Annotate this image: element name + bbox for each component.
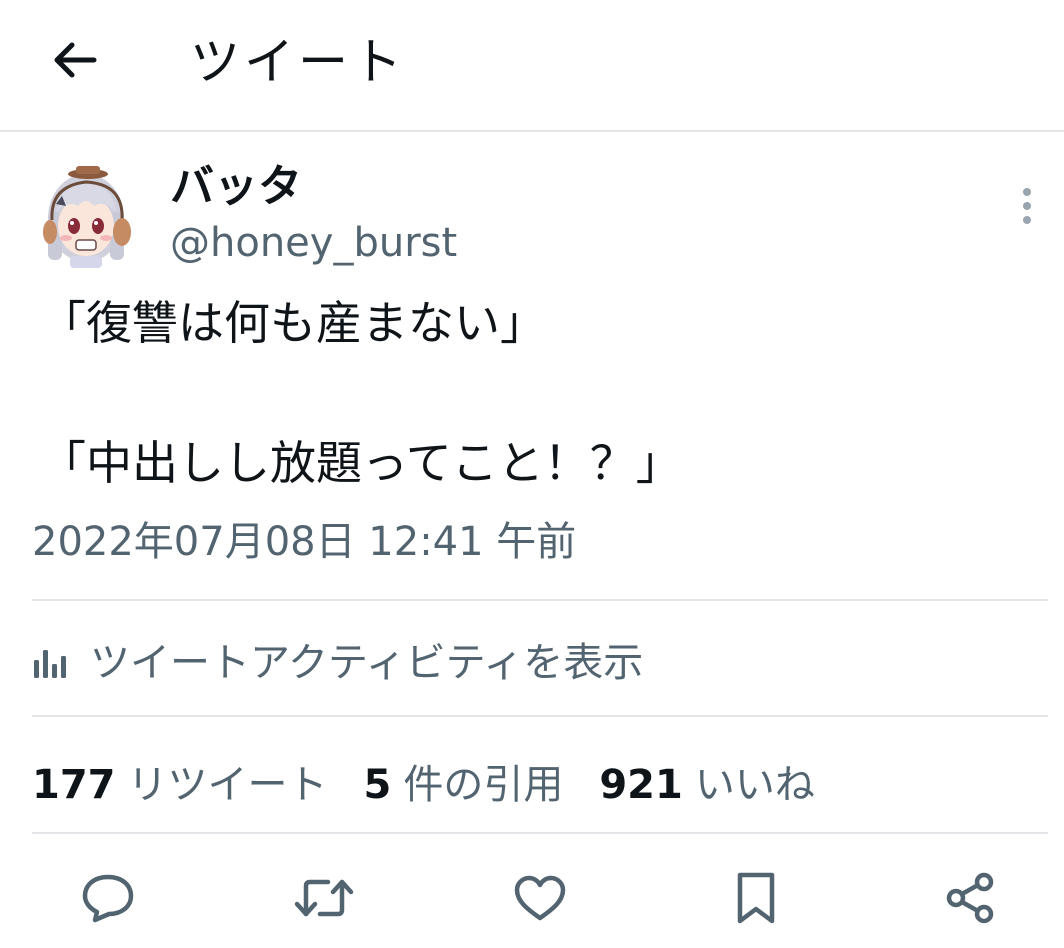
display-name[interactable]: バッタ [170,160,302,214]
top-bar: ツイート [0,0,1064,132]
quotes-number: 5 [363,762,392,808]
likes-number: 921 [599,762,683,808]
avatar[interactable] [42,162,134,270]
retweets-label: リツイート [127,762,328,808]
more-options-button[interactable] [1010,186,1044,226]
bar-chart-icon [32,643,72,683]
quotes-count[interactable]: 5 件の引用 [364,752,564,810]
share-button[interactable] [938,866,1002,930]
like-icon [514,875,566,921]
likes-label: いいね [694,762,815,808]
retweets-number: 177 [32,762,116,808]
divider [32,715,1048,717]
more-vertical-icon [1023,188,1031,224]
bookmark-button[interactable] [724,866,788,930]
retweet-button[interactable] [292,866,356,930]
back-button[interactable] [44,30,104,90]
quotes-label: 件の引用 [403,762,564,808]
reply-button[interactable] [76,866,140,930]
user-handle[interactable]: @honey_burst [170,218,457,268]
arrow-left-icon [54,42,97,78]
tweet-timestamp[interactable]: 2022年07月08日 12:41 午前 [32,515,576,569]
tweet-activity-label: ツイートアクティビティを表示 [90,640,644,686]
tweet-text: 「復讐は何も産まない」 「中出しし放題ってこと！？」 [40,296,682,490]
share-icon [946,872,994,924]
likes-count[interactable]: 921 いいね [599,752,815,810]
divider [32,599,1048,601]
tweet-stats: 177 リツイート 5 件の引用 921 いいね [32,752,851,808]
retweet-icon [294,879,354,917]
tweet-activity-link[interactable]: ツイートアクティビティを表示 [32,634,643,692]
like-button[interactable] [508,866,572,930]
action-bar [0,860,1064,936]
bookmark-icon [737,872,775,924]
divider [32,832,1048,834]
page-title: ツイート [190,33,406,91]
retweets-count[interactable]: 177 リツイート [32,752,328,810]
reply-icon [82,874,134,923]
